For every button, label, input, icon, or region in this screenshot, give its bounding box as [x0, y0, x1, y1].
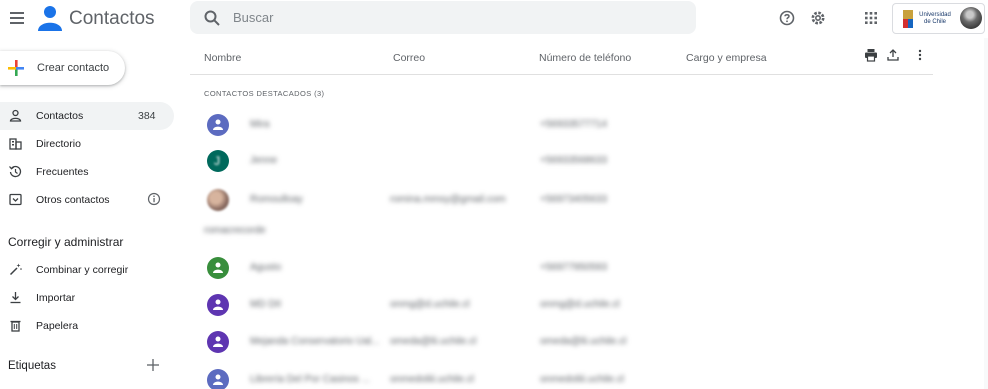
- organization-name: Universidad de Chile: [919, 12, 951, 25]
- sidebar-item-label: Papelera: [36, 320, 79, 332]
- help-icon[interactable]: [778, 9, 796, 27]
- apps-grid-icon[interactable]: [862, 9, 880, 27]
- contact-phone: onmg@d.uchile.cl: [540, 299, 620, 310]
- contact-avatar: J: [207, 150, 229, 172]
- person-silhouette-icon: [213, 262, 223, 273]
- contact-name: Jenne: [250, 155, 278, 166]
- create-contact-button[interactable]: Crear contacto: [0, 51, 125, 85]
- contact-email: omeda@lii.uchile.cl: [390, 336, 477, 347]
- labels-section-title: Etiquetas: [8, 360, 56, 372]
- sidebar-item-trash[interactable]: Papelera: [0, 312, 174, 340]
- contact-email: onmg@d.uchile.cl: [390, 299, 470, 310]
- column-header-name[interactable]: Nombre: [204, 52, 241, 64]
- user-avatar[interactable]: [960, 7, 982, 29]
- top-bar: Contactos Buscar Universidad de Chile: [0, 0, 988, 38]
- magic-wand-icon: [9, 263, 22, 276]
- app-title: Contactos: [69, 8, 155, 29]
- contact-avatar-photo: [207, 189, 229, 211]
- print-icon[interactable]: [864, 48, 878, 62]
- sidebar-item-import[interactable]: Importar: [0, 284, 174, 312]
- contact-phone: omeda@lii.uchile.cl: [540, 336, 627, 347]
- manage-section-title: Corregir y administrar: [8, 235, 124, 249]
- download-icon: [10, 292, 21, 304]
- add-label-plus-icon[interactable]: [146, 358, 160, 372]
- settings-gear-icon[interactable]: [809, 9, 827, 27]
- plus-icon: [8, 60, 24, 76]
- contact-email: onmedoliii.uchile.cl: [390, 374, 474, 385]
- sidebar-item-other-contacts[interactable]: Otros contactos: [0, 186, 174, 214]
- sidebar-item-label: Directorio: [36, 138, 81, 150]
- sidebar-item-directory[interactable]: Directorio: [0, 130, 174, 158]
- sidebar-item-label: Combinar y corregir: [36, 264, 129, 276]
- contact-avatar: [207, 257, 229, 279]
- search-icon: [204, 10, 220, 26]
- contact-avatar: [207, 331, 229, 353]
- starred-contacts-label: CONTACTOS DESTACADOS (3): [204, 89, 325, 98]
- group-separator-text: romacrecorde: [204, 225, 266, 236]
- contact-phone: +56973405633: [540, 194, 608, 205]
- table-row[interactable]: Mejanda Conservatorio Ual... omeda@lii.u…: [190, 325, 930, 361]
- sidebar-item-label: Contactos: [36, 110, 84, 122]
- column-header-phone[interactable]: Número de teléfono: [539, 52, 631, 64]
- table-row[interactable]: Agusto +56977950593: [190, 251, 930, 287]
- table-row[interactable]: Librería Del Por Casinos ... onmedoliii.…: [190, 363, 930, 389]
- sidebar-item-label: Importar: [36, 292, 76, 304]
- contacts-logo-icon: [38, 6, 62, 31]
- contact-phone: +56933577714: [540, 119, 608, 130]
- history-icon: [9, 165, 22, 178]
- sidebar-item-frequent[interactable]: Frecuentes: [0, 158, 174, 186]
- person-silhouette-icon: [213, 299, 223, 310]
- contact-name: Mejanda Conservatorio Ual...: [250, 336, 380, 347]
- contact-phone: +56933568633: [540, 155, 608, 166]
- info-icon[interactable]: [147, 192, 161, 206]
- contact-email: romina.mmsy@gmail.com: [390, 194, 506, 205]
- university-logo-icon: [903, 10, 913, 28]
- contact-phone: +56977950593: [540, 262, 608, 273]
- contact-name: Librería Del Por Casinos ...: [250, 374, 371, 385]
- table-row[interactable]: MD DII onmg@d.uchile.cl onmg@d.uchile.cl: [190, 288, 930, 324]
- column-header-email[interactable]: Correo: [393, 52, 425, 64]
- person-icon: [9, 109, 22, 122]
- sidebar-item-label: Otros contactos: [36, 194, 110, 206]
- sidebar-item-contacts[interactable]: Contactos 384: [0, 102, 174, 130]
- table-row[interactable]: Romoulloay romina.mmsy@gmail.com +569734…: [190, 183, 930, 219]
- create-contact-label: Crear contacto: [37, 62, 110, 74]
- sidebar-item-label: Frecuentes: [36, 166, 89, 178]
- contact-avatar: [207, 369, 229, 389]
- scrollbar[interactable]: [984, 38, 988, 389]
- column-header-job[interactable]: Cargo y empresa: [686, 52, 767, 64]
- archive-icon: [9, 193, 22, 206]
- building-icon: [9, 138, 22, 150]
- trash-icon: [10, 320, 21, 332]
- contact-avatar: [207, 294, 229, 316]
- search-box[interactable]: Buscar: [190, 1, 696, 34]
- export-upload-icon[interactable]: [886, 48, 900, 62]
- contact-name: MD DII: [250, 299, 282, 310]
- more-vert-icon[interactable]: [913, 48, 927, 62]
- person-silhouette-icon: [213, 374, 223, 385]
- contact-avatar: [207, 114, 229, 136]
- hamburger-menu-icon[interactable]: [10, 12, 24, 24]
- contacts-count: 384: [138, 110, 156, 122]
- account-switcher[interactable]: Universidad de Chile: [892, 3, 985, 34]
- contact-phone: onmedoliii.uchile.cl: [540, 374, 624, 385]
- sidebar-item-merge-fix[interactable]: Combinar y corregir: [0, 256, 174, 284]
- table-row[interactable]: J Jenne +56933568633: [190, 144, 930, 180]
- person-silhouette-icon: [213, 119, 223, 130]
- avatar-letter: J: [214, 154, 220, 168]
- header-divider: [190, 74, 933, 75]
- contact-name: Mira: [250, 119, 270, 130]
- contact-name: Romoulloay: [250, 194, 303, 205]
- person-silhouette-icon: [213, 336, 223, 347]
- contact-name: Agusto: [250, 262, 282, 273]
- search-placeholder: Buscar: [233, 10, 274, 25]
- table-row[interactable]: Mira +56933577714: [190, 108, 930, 144]
